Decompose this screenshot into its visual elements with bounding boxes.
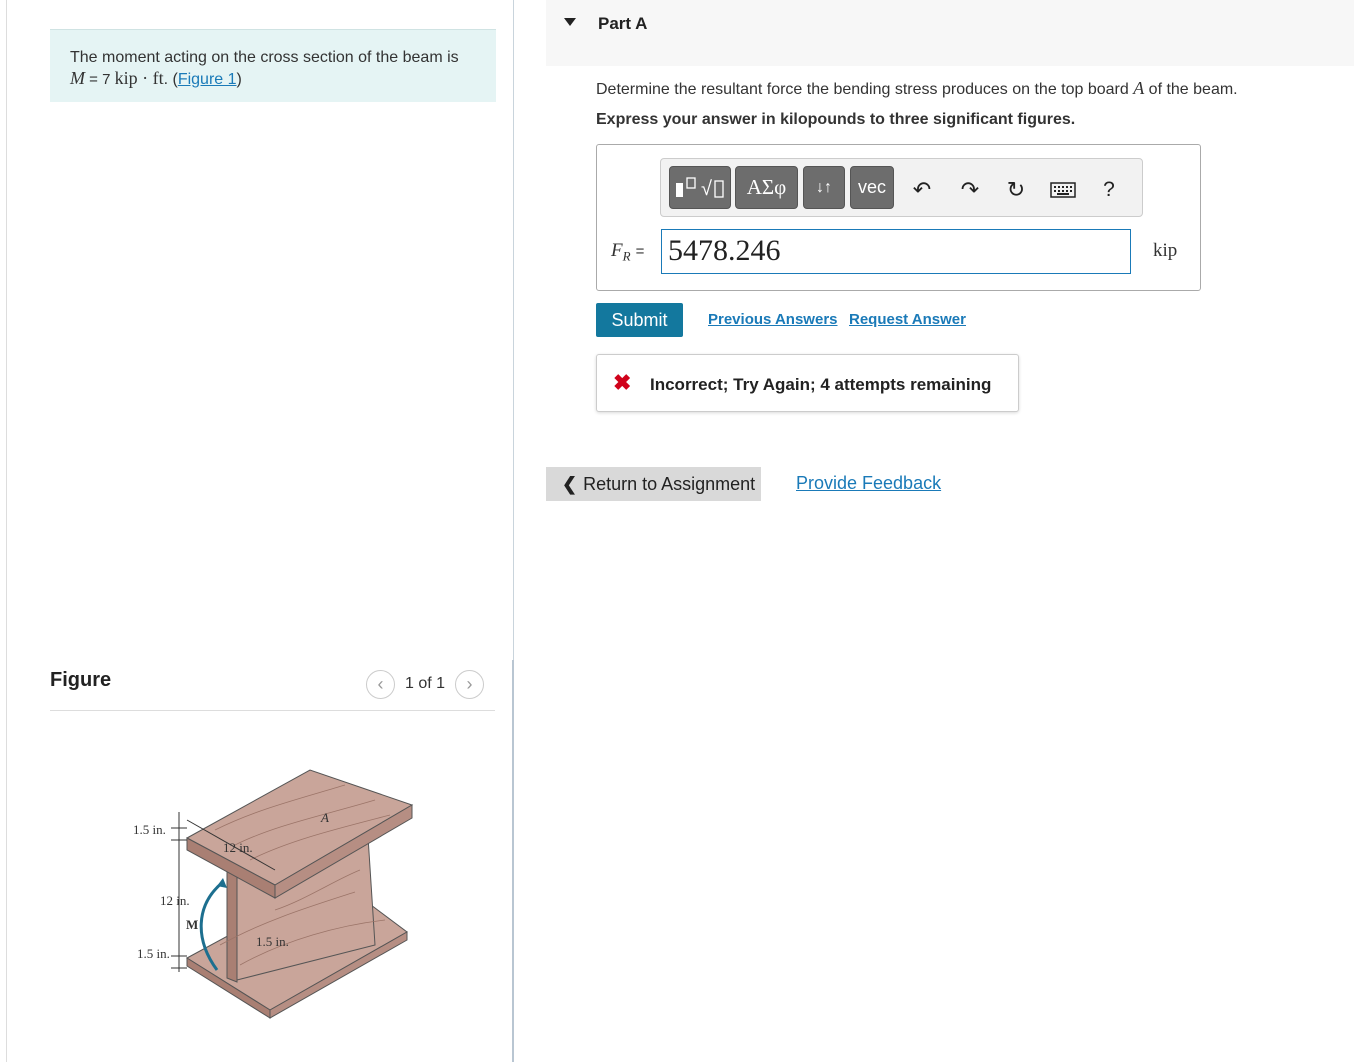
answer-variable: F: [611, 240, 623, 261]
return-to-assignment-button[interactable]: ❮ Return to Assignment: [546, 467, 761, 501]
collapse-caret-icon[interactable]: [564, 18, 576, 26]
svg-text:√: √: [701, 178, 712, 200]
subscript-superscript-button[interactable]: ↓↑: [803, 166, 845, 209]
vector-button[interactable]: vec: [850, 166, 894, 209]
templates-button[interactable]: √: [669, 166, 731, 209]
label-board-a: A: [320, 810, 329, 825]
figure-page-count: 1 of 1: [405, 675, 445, 693]
label-height: 12 in.: [160, 893, 190, 908]
undo-icon: ↶: [913, 177, 931, 203]
templates-icon: √: [673, 175, 727, 201]
keyboard-icon: [1050, 182, 1076, 198]
label-moment: M: [186, 917, 198, 932]
left-border: [6, 0, 7, 1062]
problem-statement: The moment acting on the cross section o…: [50, 29, 496, 102]
moment-unit: kip · ft: [115, 68, 164, 88]
label-top-thickness: 1.5 in.: [133, 822, 166, 837]
problem-text: The moment acting on the cross section o…: [70, 49, 459, 66]
undo-button[interactable]: ↶: [907, 175, 937, 205]
answer-variable-subscript: R: [623, 249, 631, 264]
answer-unit: kip: [1153, 240, 1177, 262]
previous-figure-button[interactable]: ‹: [366, 670, 395, 699]
instruction-text: Express your answer in kilopounds to thr…: [596, 111, 1075, 129]
redo-icon: ↷: [961, 177, 979, 203]
figure-pager: ‹ 1 of 1 ›: [366, 668, 484, 700]
provide-feedback-link[interactable]: Provide Feedback: [796, 473, 941, 494]
help-button[interactable]: ?: [1094, 175, 1124, 205]
question-variable: A: [1133, 78, 1144, 98]
problem-close: ): [237, 71, 242, 88]
figure-divider: [50, 710, 495, 711]
web-front: [227, 860, 237, 982]
moment-variable: M: [70, 68, 85, 88]
reset-icon: ↻: [1007, 177, 1025, 203]
submit-button[interactable]: Submit: [596, 303, 683, 337]
problem-punct: . (: [164, 71, 178, 88]
incorrect-x-icon: ✖: [613, 370, 631, 396]
chevron-right-icon: ›: [467, 674, 473, 695]
chevron-left-icon: ‹: [378, 674, 384, 695]
keyboard-button[interactable]: [1048, 175, 1078, 205]
greek-symbols-button[interactable]: ΑΣφ: [735, 166, 798, 209]
label-web-thickness: 1.5 in.: [256, 934, 289, 949]
answer-input[interactable]: 5478.246: [661, 229, 1131, 274]
equals-sign: =: [636, 243, 645, 260]
moment-value: = 7: [85, 71, 115, 88]
panel-divider-lower: [512, 660, 514, 1062]
figure-link[interactable]: Figure 1: [178, 71, 237, 88]
answer-variable-label: FR =: [611, 240, 644, 265]
reset-button[interactable]: ↻: [1001, 175, 1031, 205]
previous-answers-link[interactable]: Previous Answers: [708, 311, 838, 328]
question-pre: Determine the resultant force the bendin…: [596, 81, 1133, 98]
next-figure-button[interactable]: ›: [455, 670, 484, 699]
question-post: of the beam.: [1144, 81, 1237, 98]
return-label: Return to Assignment: [583, 474, 755, 495]
moment-equation: M = 7 kip · ft: [70, 68, 164, 88]
question-text: Determine the resultant force the bendin…: [596, 78, 1238, 99]
label-bottom-thickness: 1.5 in.: [137, 946, 170, 961]
beam-figure: 1.5 in. 12 in. 12 in. M 1.5 in. 1.5 in. …: [125, 760, 425, 1030]
figure-title: Figure: [50, 669, 111, 692]
request-answer-link[interactable]: Request Answer: [849, 311, 966, 328]
math-toolbar: √ ΑΣφ ↓↑ vec ↶ ↷ ↻ ?: [660, 158, 1143, 217]
part-title: Part A: [598, 14, 647, 34]
label-width: 12 in.: [223, 840, 253, 855]
redo-button[interactable]: ↷: [955, 175, 985, 205]
feedback-message: Incorrect; Try Again; 4 attempts remaini…: [650, 375, 991, 395]
part-header[interactable]: [546, 0, 1354, 66]
chevron-left-icon: ❮: [562, 474, 577, 495]
